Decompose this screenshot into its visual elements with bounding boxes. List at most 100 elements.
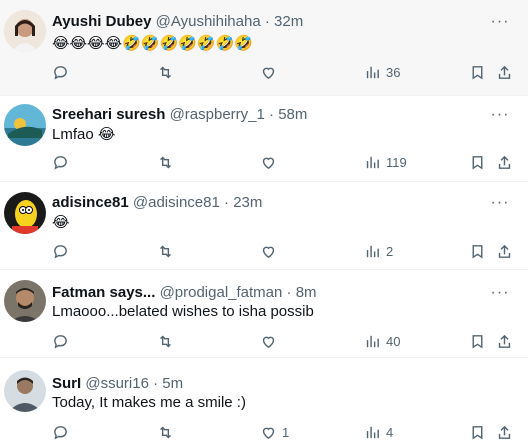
separator-dot: ·: [286, 284, 292, 301]
retweet-button[interactable]: [157, 242, 174, 260]
bookmark-button[interactable]: [469, 423, 486, 441]
user-handle[interactable]: @Ayushihihaha: [156, 13, 261, 30]
bookmark-button[interactable]: [469, 153, 486, 171]
avatar[interactable]: [4, 104, 46, 146]
avatar[interactable]: [4, 370, 46, 412]
like-button[interactable]: [260, 242, 282, 260]
reply-button[interactable]: [52, 63, 69, 81]
heart-icon: [262, 67, 275, 79]
tweet[interactable]: Ayushi Dubey @Ayushihihaha · 32m ··· 😂😂😂…: [0, 0, 528, 96]
bookmark-button[interactable]: [469, 63, 486, 81]
views-icon: [366, 335, 379, 347]
user-handle[interactable]: @prodigal_fatman: [160, 284, 283, 301]
share-button[interactable]: [496, 332, 513, 350]
separator-dot: ·: [269, 106, 275, 123]
retweet-icon: [160, 426, 171, 438]
reply-icon: [54, 425, 67, 440]
tweet[interactable]: adisince81 @adisince81 · 23m ··· 😂 2: [0, 182, 528, 270]
views-button[interactable]: 4: [364, 423, 393, 441]
tweet-text: Today, It makes me a smile :): [52, 394, 246, 411]
user-handle[interactable]: @ssuri16: [85, 375, 149, 392]
more-icon[interactable]: ···: [490, 195, 510, 216]
separator-dot: ·: [224, 194, 230, 211]
views-button[interactable]: 40: [364, 332, 400, 350]
tweet-header: Sreehari suresh @raspberry_1 · 58m: [52, 106, 488, 124]
user-handle[interactable]: @raspberry_1: [170, 106, 265, 123]
bookmark-icon: [472, 155, 483, 169]
retweet-button[interactable]: [157, 153, 174, 171]
tweet-header: SurI @ssuri16 · 5m: [52, 375, 488, 393]
retweet-icon: [160, 156, 171, 168]
tweet-header: adisince81 @adisince81 · 23m: [52, 194, 488, 212]
timestamp[interactable]: 58m: [278, 106, 307, 123]
views-count: 4: [386, 424, 394, 440]
tweet-header: Fatman says... @prodigal_fatman · 8m: [52, 284, 488, 302]
views-icon: [366, 156, 379, 168]
avatar[interactable]: [4, 10, 46, 52]
like-button[interactable]: [260, 63, 282, 81]
display-name[interactable]: Sreehari suresh: [52, 106, 165, 123]
like-button[interactable]: 1: [260, 423, 289, 441]
display-name[interactable]: SurI: [52, 375, 81, 392]
share-icon: [498, 155, 511, 169]
reply-button[interactable]: [52, 153, 69, 171]
bookmark-icon: [472, 65, 483, 79]
more-icon[interactable]: ···: [490, 14, 510, 35]
retweet-icon: [160, 335, 171, 347]
retweet-icon: [160, 66, 171, 78]
tweet[interactable]: Sreehari suresh @raspberry_1 · 58m ··· L…: [0, 96, 528, 182]
timestamp[interactable]: 32m: [274, 13, 303, 30]
avatar[interactable]: [4, 192, 46, 234]
bookmark-icon: [472, 334, 483, 348]
share-button[interactable]: [496, 63, 513, 81]
reply-feed: Ayushi Dubey @Ayushihihaha · 32m ··· 😂😂😂…: [0, 0, 528, 445]
tweet[interactable]: SurI @ssuri16 · 5m Today, It makes me a …: [0, 358, 528, 445]
heart-icon: [262, 157, 275, 169]
views-count: 36: [386, 64, 401, 80]
views-count: 2: [386, 243, 394, 259]
timestamp[interactable]: 23m: [233, 194, 262, 211]
share-icon: [498, 244, 511, 258]
timestamp[interactable]: 5m: [162, 375, 183, 392]
like-button[interactable]: [260, 153, 282, 171]
more-icon[interactable]: ···: [490, 107, 510, 128]
tweet-text: 😂😂😂😂🤣🤣🤣🤣🤣🤣🤣: [52, 35, 253, 52]
bookmark-button[interactable]: [469, 242, 486, 260]
retweet-button[interactable]: [157, 63, 174, 81]
views-icon: [366, 426, 379, 438]
reply-icon: [54, 244, 67, 259]
display-name[interactable]: Fatman says...: [52, 284, 155, 301]
separator-dot: ·: [264, 13, 270, 30]
display-name[interactable]: Ayushi Dubey: [52, 13, 151, 30]
reply-button[interactable]: [52, 242, 69, 260]
user-handle[interactable]: @adisince81: [133, 194, 220, 211]
retweet-icon: [160, 245, 171, 257]
share-icon: [498, 425, 511, 439]
reply-icon: [54, 65, 67, 80]
share-button[interactable]: [496, 423, 513, 441]
like-count: 1: [282, 424, 290, 440]
display-name[interactable]: adisince81: [52, 194, 129, 211]
tweet[interactable]: Fatman says... @prodigal_fatman · 8m ···…: [0, 270, 528, 358]
share-button[interactable]: [496, 153, 513, 171]
tweet-text: 😂: [52, 214, 70, 231]
like-button[interactable]: [260, 332, 282, 350]
avatar[interactable]: [4, 280, 46, 322]
heart-icon: [262, 246, 275, 258]
reply-icon: [54, 155, 67, 170]
tweet-text: Lmaooo...belated wishes to isha possib: [52, 303, 314, 320]
reply-button[interactable]: [52, 423, 69, 441]
tweet-text: Lmfao 😂: [52, 126, 116, 143]
timestamp[interactable]: 8m: [296, 284, 317, 301]
share-button[interactable]: [496, 242, 513, 260]
views-button[interactable]: 119: [364, 153, 407, 171]
bookmark-button[interactable]: [469, 332, 486, 350]
retweet-button[interactable]: [157, 423, 174, 441]
views-button[interactable]: 2: [364, 242, 393, 260]
heart-icon: [262, 336, 275, 348]
views-button[interactable]: 36: [364, 63, 400, 81]
reply-button[interactable]: [52, 332, 69, 350]
retweet-button[interactable]: [157, 332, 174, 350]
more-icon[interactable]: ···: [490, 285, 510, 306]
reply-icon: [54, 334, 67, 349]
